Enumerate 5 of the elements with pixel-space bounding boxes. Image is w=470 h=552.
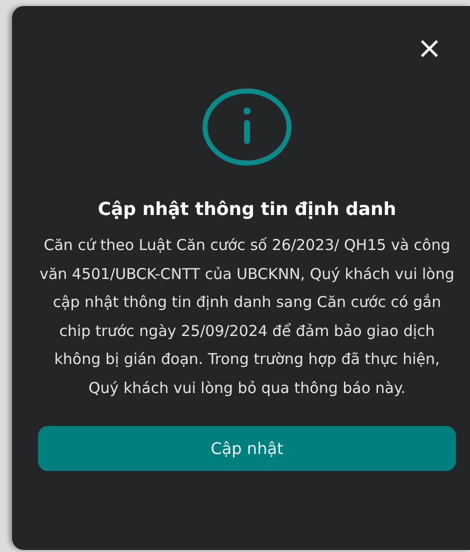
info-icon xyxy=(202,88,292,166)
update-button[interactable]: Cập nhật xyxy=(38,426,456,471)
dialog-title: Cập nhật thông tin định danh xyxy=(96,198,398,222)
close-button[interactable]: × xyxy=(412,34,446,64)
dialog-message: Căn cứ theo Luật Căn cước số 26/2023/ QH15 và công văn 4501/UBCK-CNTT của UBCKNN, Quý khách vui lòng cập nhật thông tin định danh sang Căn cước có gắn chip trước ngày 25/09/2024 để đảm bảo giao dịch không bị gián đoạn. Trong trường hợp đã thực hiện, Quý khách vui lòng bỏ qua thông báo này. xyxy=(38,235,456,398)
